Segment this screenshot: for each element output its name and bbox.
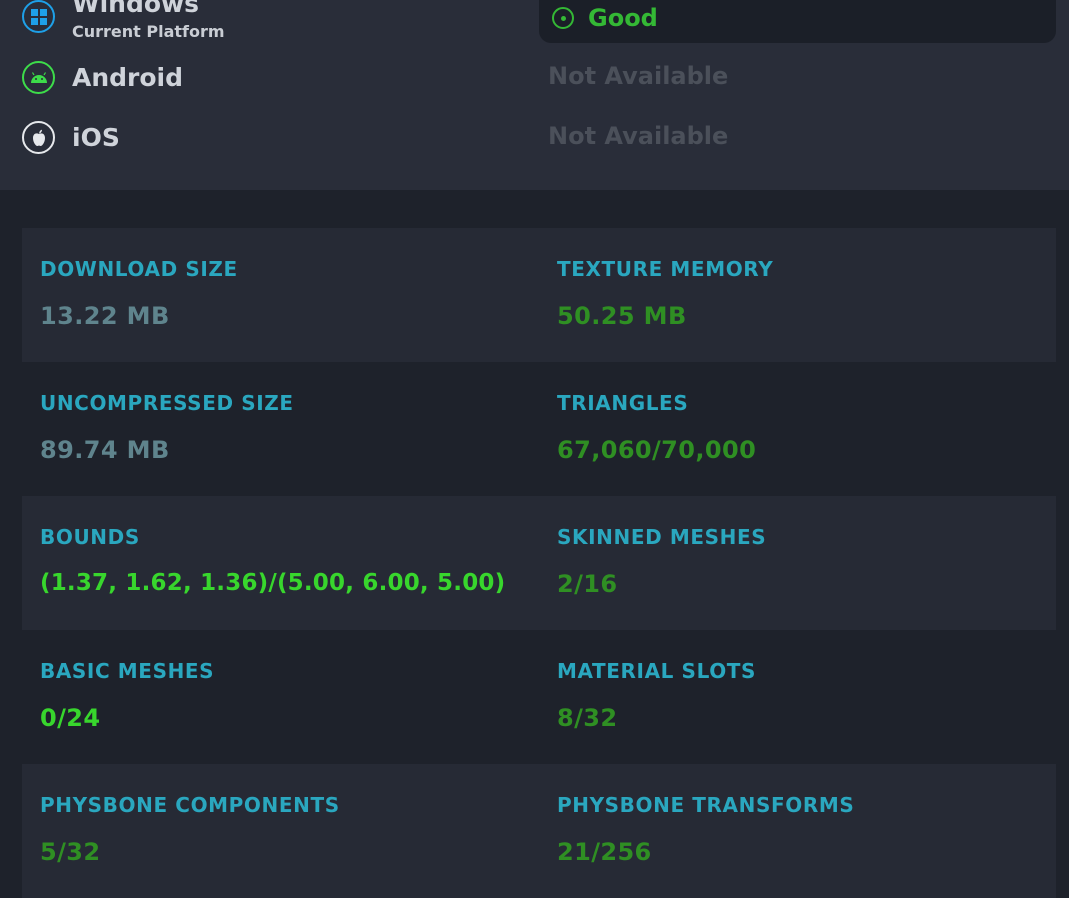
stats-row: UNCOMPRESSED SIZE 89.74 MB TRIANGLES 67,… bbox=[22, 362, 1056, 496]
stat-title: SKINNED MESHES bbox=[557, 525, 767, 549]
android-status: Not Available bbox=[548, 62, 729, 90]
status-indicator: Good bbox=[552, 2, 658, 34]
status-label: Good bbox=[588, 4, 658, 32]
platform-android[interactable]: Android bbox=[22, 61, 183, 94]
platform-name: iOS bbox=[72, 123, 120, 152]
stat-value: 2/16 bbox=[557, 570, 618, 598]
windows-icon bbox=[22, 0, 55, 33]
stat-title: TRIANGLES bbox=[557, 391, 689, 415]
android-icon bbox=[22, 61, 55, 94]
platform-ios[interactable]: iOS bbox=[22, 121, 120, 154]
stat-value: 50.25 MB bbox=[557, 302, 687, 330]
stat-value: 21/256 bbox=[557, 838, 652, 866]
stat-title: BASIC MESHES bbox=[40, 659, 215, 683]
stat-title: PHYSBONE TRANSFORMS bbox=[557, 793, 855, 817]
stat-title: PHYSBONE COMPONENTS bbox=[40, 793, 340, 817]
stat-title: BOUNDS bbox=[40, 525, 140, 549]
stat-value: 5/32 bbox=[40, 838, 101, 866]
platform-name: Windows bbox=[72, 0, 199, 18]
apple-icon bbox=[22, 121, 55, 154]
stat-value: 0/24 bbox=[40, 704, 101, 732]
stat-value: 89.74 MB bbox=[40, 436, 170, 464]
platform-panel: Good Windows Current Platform Android No… bbox=[0, 0, 1069, 190]
stats-row: PHYSBONE COMPONENTS 5/32 PHYSBONE TRANSF… bbox=[22, 764, 1056, 898]
stats-row: BASIC MESHES 0/24 MATERIAL SLOTS 8/32 bbox=[22, 630, 1056, 764]
status-good-icon bbox=[552, 7, 574, 29]
platform-name: Android bbox=[72, 63, 184, 92]
stats-row: DOWNLOAD SIZE 13.22 MB TEXTURE MEMORY 50… bbox=[22, 228, 1056, 362]
ios-status: Not Available bbox=[548, 122, 729, 150]
stat-title: TEXTURE MEMORY bbox=[557, 257, 774, 281]
stat-value: (1.37, 1.62, 1.36)/(5.00, 6.00, 5.00) bbox=[40, 570, 506, 596]
stat-title: DOWNLOAD SIZE bbox=[40, 257, 238, 281]
stat-value: 8/32 bbox=[557, 704, 618, 732]
stats-row: BOUNDS (1.37, 1.62, 1.36)/(5.00, 6.00, 5… bbox=[22, 496, 1056, 630]
stat-value: 13.22 MB bbox=[40, 302, 170, 330]
current-platform-label: Current Platform bbox=[72, 22, 225, 41]
stat-title: UNCOMPRESSED SIZE bbox=[40, 391, 294, 415]
stat-title: MATERIAL SLOTS bbox=[557, 659, 757, 683]
stat-value: 67,060/70,000 bbox=[557, 436, 757, 464]
